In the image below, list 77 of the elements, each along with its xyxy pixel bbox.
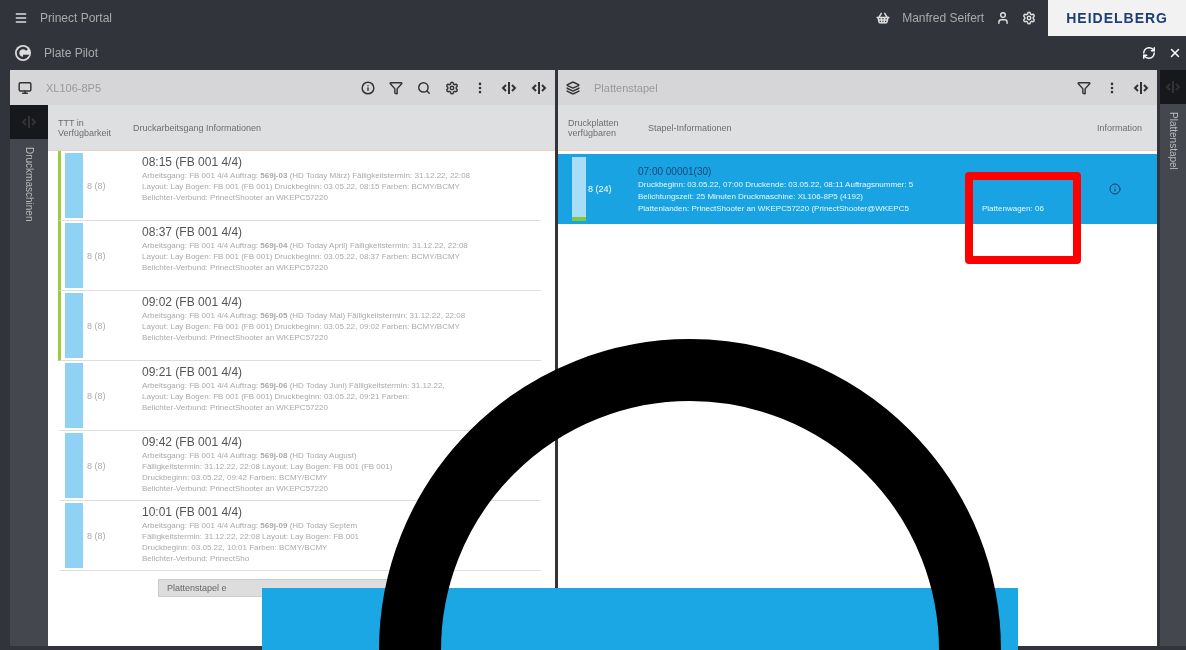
job-title: 09:42 (FB 001 4/4) xyxy=(142,435,244,449)
plate-level-bar xyxy=(65,363,83,428)
plate-level-bar xyxy=(65,293,83,358)
column-header: Information xyxy=(1097,122,1144,133)
close-icon[interactable] xyxy=(1168,46,1182,60)
rail-label[interactable]: Druckmaschinen xyxy=(23,147,35,222)
job-detail: Layout: Lay Bogen: FB 001 (FB 001) Druckbeginn: 03.05.22, 08:37 Farben: BCMY/BCMY xyxy=(142,252,461,261)
plate-level-bar xyxy=(572,157,586,221)
user-name: Manfred Seifert xyxy=(902,11,985,25)
job-detail: Druckbeginn: 03.05.22, 10:01 Farben: BCMY/BCMY xyxy=(142,543,329,552)
job-detail: Belichter-Verbund: PrinectSho xyxy=(142,554,251,563)
menu-icon[interactable] xyxy=(14,11,28,25)
settings-icon[interactable] xyxy=(445,80,459,95)
plate-level-bar xyxy=(65,223,83,288)
module-title: Plate Pilot xyxy=(44,46,99,60)
job-detail: Belichter-Verbund: PrinectShooter an WKEPC57220 xyxy=(142,333,329,342)
cart-label: Plattenwagen: 06 xyxy=(982,203,1044,213)
plate-count: 8 (8) xyxy=(86,530,107,541)
job-detail: Arbeitsgang: FB 001 4/4 Auftrag: 569j-05 (HD Today Mai) Fälligkeitstermin: 31.12.22, 22:08 xyxy=(142,311,466,320)
monitor-icon xyxy=(18,80,32,95)
job-detail: Belichter-Verbund: PrinectShooter an WKEPC57220 xyxy=(142,403,329,412)
column-header: Stapel-Informationen xyxy=(648,122,733,133)
stack-detail: Belichtungszeit: 25 Minuten Druckmaschine: XL106-8P5 (4192) xyxy=(638,191,864,201)
app-title: Prinect Portal xyxy=(40,11,113,25)
search-icon[interactable] xyxy=(417,80,431,95)
job-detail: Arbeitsgang: FB 001 4/4 Auftrag: 569j-04 (HD Today April) Fälligkeitstermin: 31.12.22, 22:08 xyxy=(142,241,468,250)
job-title: 10:01 (FB 001 4/4) xyxy=(142,505,244,519)
job-detail: Druckbeginn: 03.05.22, 09:42 Farben: BCMY/BCMY xyxy=(142,473,329,482)
column-header: Druckarbeitsgang Informationen xyxy=(133,122,263,133)
job-detail: Fälligkeitstermin: 31.12.22, 22:08 Layout: Lay Bogen: FB 001 (FB 001) xyxy=(142,462,393,471)
plate-level-bar xyxy=(65,503,83,568)
job-detail: Fälligkeitstermin: 31.12.22, 22:08 Layout: Lay Bogen: FB 001 xyxy=(142,532,360,541)
collapse-icon[interactable] xyxy=(501,80,517,95)
stack-row[interactable] xyxy=(558,154,1157,224)
info-icon[interactable] xyxy=(361,80,375,95)
job-detail: Layout: Lay Bogen: FB 001 (FB 001) Druckbeginn: 03.05.22, 08:15 Farben: BCMY/BCMY xyxy=(142,182,461,191)
user-icon[interactable] xyxy=(996,11,1011,25)
panel-title: XL106-8P5 xyxy=(46,81,103,94)
basket-icon[interactable] xyxy=(876,11,891,25)
plate-count: 8 (8) xyxy=(86,320,107,331)
job-detail: Belichter-Verbund: PrinectShooter an WKEPC57220 xyxy=(142,263,329,272)
job-detail: Belichter-Verbund: PrinectShooter an WKEPC57220 xyxy=(142,193,329,202)
brand-logo: HEIDELBERG xyxy=(1048,0,1186,36)
plate-count: 8 (24) xyxy=(587,184,613,194)
app-logo-icon xyxy=(14,44,32,62)
stack-detail: Plattenlanden: PrinectShooter an WKEPC57220 (PrinectShooter@WKEPC5 xyxy=(638,203,910,213)
plate-count: 8 (8) xyxy=(86,390,107,401)
job-title: 08:37 (FB 001 4/4) xyxy=(142,225,244,239)
panel-title: Plattenstapel xyxy=(594,81,659,94)
plate-count: 8 (8) xyxy=(86,250,107,261)
layers-icon xyxy=(566,80,580,95)
plate-count: 8 (8) xyxy=(86,460,107,471)
refresh-icon[interactable] xyxy=(1142,46,1156,60)
job-detail: Layout: Lay Bogen: FB 001 (FB 001) Druckbeginn: 03.05.22, 09:02 Farben: BCMY/BCMY xyxy=(142,322,461,331)
job-detail: Arbeitsgang: FB 001 4/4 Auftrag: 569j-06 (HD Today Juni) Fälligkeitstermin: 31.12.22, xyxy=(142,381,445,390)
job-row[interactable] xyxy=(58,501,541,571)
rail-label[interactable]: Plattenstapel xyxy=(1167,112,1179,170)
job-detail: Arbeitsgang: FB 001 4/4 Auftrag: 569j-09 (HD Today Septem xyxy=(142,521,359,530)
stack-title: 07:00 00001(30) xyxy=(638,165,713,177)
plate-level-bar xyxy=(65,433,83,498)
job-detail: Arbeitsgang: FB 001 4/4 Auftrag: 569j-03 (HD Today März) Fälligkeitstermin: 31.12.22, 22:08 xyxy=(142,171,471,180)
stack-detail: Druckbeginn: 03.05.22, 07:00 Druckende: 03.05.22, 08:11 Auftragsnummer: 5 xyxy=(638,179,915,189)
column-header: Druckplatten verfügbaren xyxy=(568,117,620,138)
job-title: 08:15 (FB 001 4/4) xyxy=(142,155,244,169)
job-detail: Arbeitsgang: FB 001 4/4 Auftrag: 569j-08 (HD Today August) xyxy=(142,451,358,460)
job-detail: Layout: Lay Bogen: FB 001 (FB 001) Druckbeginn: 03.05.22, 09:21 Farben: xyxy=(142,392,411,401)
job-title: 09:21 (FB 001 4/4) xyxy=(142,365,244,379)
job-detail: Belichter-Verbund: PrinectShooter an WKEPC57220 xyxy=(142,484,329,493)
plate-level-bar xyxy=(65,153,83,218)
job-title: 09:02 (FB 001 4/4) xyxy=(142,295,244,309)
job-row[interactable] xyxy=(58,431,541,501)
expand-icon[interactable] xyxy=(1133,80,1149,95)
column-header: TTT in Verfügbarkeit xyxy=(58,117,113,138)
expand-icon[interactable] xyxy=(531,80,547,95)
filter-icon[interactable] xyxy=(389,80,403,95)
plate-count: 8 (8) xyxy=(86,180,107,191)
filter-icon[interactable] xyxy=(1077,80,1091,95)
